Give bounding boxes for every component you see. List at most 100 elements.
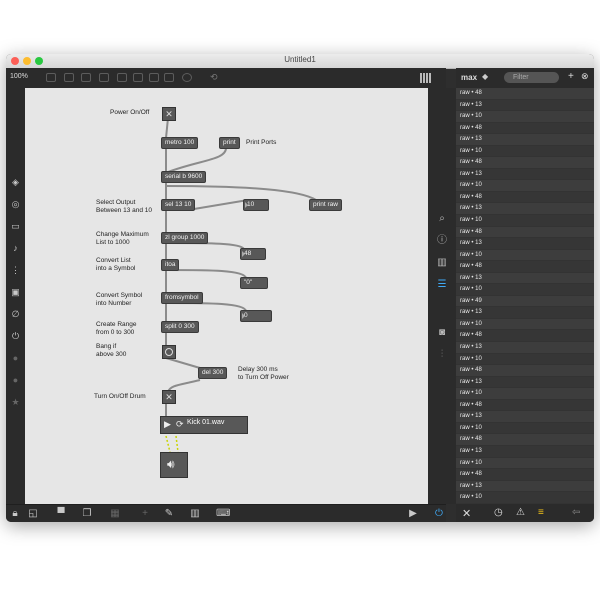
search-icon[interactable]: ⌕: [437, 214, 447, 224]
presentation-mode-icon[interactable]: ◱: [28, 509, 38, 519]
console-row[interactable]: raw • 13: [456, 480, 594, 493]
keyboard-icon[interactable]: ⌨: [216, 509, 230, 519]
console-row[interactable]: raw • 49: [456, 295, 594, 308]
presentation-icon[interactable]: [64, 73, 74, 82]
play-icon[interactable]: ▶: [408, 509, 418, 519]
console-row[interactable]: raw • 10: [456, 492, 594, 504]
dial-icon[interactable]: [182, 73, 192, 82]
console-list-icon[interactable]: ☰: [437, 280, 447, 290]
console-row[interactable]: raw • 48: [456, 157, 594, 169]
comment-bubble-icon[interactable]: ▀: [56, 509, 66, 519]
console-row[interactable]: raw • 10: [456, 145, 594, 158]
console-row[interactable]: raw • 10: [456, 180, 594, 192]
console-row[interactable]: raw • 48: [456, 261, 594, 273]
filter-input[interactable]: Filter: [504, 72, 559, 83]
del-object[interactable]: del 300: [198, 367, 228, 379]
console-row[interactable]: raw • 10: [456, 318, 594, 331]
console-row[interactable]: raw • 48: [456, 365, 594, 377]
sel-object[interactable]: sel 13 10: [161, 199, 196, 211]
number-box-10[interactable]: 10: [243, 199, 269, 211]
console-row[interactable]: raw • 48: [456, 434, 594, 446]
target-icon[interactable]: ◎: [11, 200, 20, 209]
music-note-icon[interactable]: ♪: [11, 244, 20, 253]
drum-toggle[interactable]: ✕: [162, 390, 176, 404]
plus-icon[interactable]: +: [140, 509, 150, 519]
console-row[interactable]: raw • 10: [456, 353, 594, 366]
clock-icon[interactable]: ◷: [494, 507, 503, 518]
plug-icon[interactable]: ⏻: [11, 332, 20, 341]
refresh-icon[interactable]: ⟲: [210, 73, 220, 82]
console-row[interactable]: raw • 13: [456, 168, 594, 181]
gear-icon[interactable]: ◆: [482, 72, 488, 81]
camera-icon[interactable]: ◙: [437, 328, 447, 338]
star-icon[interactable]: ★: [11, 398, 20, 407]
console-row[interactable]: raw • 13: [456, 411, 594, 423]
power-toggle[interactable]: ✕: [162, 107, 176, 121]
windows-icon[interactable]: ❐: [82, 509, 92, 519]
rectangle-icon[interactable]: ▭: [11, 222, 20, 231]
console-row[interactable]: raw • 48: [456, 469, 594, 481]
console-row[interactable]: raw • 13: [456, 445, 594, 458]
console-row[interactable]: raw • 10: [456, 111, 594, 123]
zoom-level[interactable]: 100%: [10, 73, 28, 80]
itoa-object[interactable]: itoa: [161, 259, 180, 271]
cube-icon[interactable]: ◈: [11, 178, 20, 187]
image-icon[interactable]: ▣: [11, 288, 20, 297]
console-row[interactable]: raw • 10: [456, 388, 594, 400]
console-row[interactable]: raw • 13: [456, 376, 594, 389]
play-icon[interactable]: ▶: [164, 419, 171, 430]
book-icon[interactable]: ▥: [437, 258, 447, 268]
fromsymbol-object[interactable]: fromsymbol: [161, 292, 203, 304]
add-icon[interactable]: +: [568, 71, 574, 82]
console-row[interactable]: raw • 10: [456, 422, 594, 435]
grid-icon[interactable]: [420, 73, 431, 83]
lock-edit-icon[interactable]: [46, 73, 56, 82]
console-row[interactable]: raw • 13: [456, 238, 594, 250]
button-icon[interactable]: [117, 73, 127, 82]
console-row[interactable]: raw • 48: [456, 226, 594, 239]
metro-object[interactable]: metro 100: [161, 137, 199, 149]
loop-icon[interactable]: ⟳: [176, 419, 184, 430]
console-row[interactable]: raw • 48: [456, 191, 594, 204]
console-row[interactable]: raw • 13: [456, 134, 594, 146]
paperclip-icon[interactable]: ∅: [11, 310, 20, 319]
console-row[interactable]: raw • 13: [456, 203, 594, 216]
console-row[interactable]: raw • 48: [456, 399, 594, 412]
console-row[interactable]: raw • 10: [456, 249, 594, 262]
clear-icon[interactable]: ⊗: [581, 71, 589, 82]
object-icon[interactable]: [99, 73, 109, 82]
console-row[interactable]: raw • 13: [456, 342, 594, 354]
audio-power-icon[interactable]: ⏻: [434, 509, 444, 519]
clock-icon[interactable]: ●: [11, 376, 20, 385]
toggle-icon[interactable]: [133, 73, 143, 82]
sfplay-filename[interactable]: Kick 01.wav: [187, 419, 224, 426]
lock-icon[interactable]: 🔒︎: [10, 509, 20, 519]
priority-icon[interactable]: ≡: [538, 507, 544, 518]
zl-group-object[interactable]: zl group 1000: [161, 232, 209, 244]
info-icon[interactable]: ⓘ: [437, 236, 447, 246]
list-icon[interactable]: ⋮: [11, 266, 20, 275]
ezdac-object[interactable]: 🔊︎: [160, 452, 188, 478]
console-row[interactable]: raw • 13: [456, 99, 594, 112]
comment-icon[interactable]: [81, 73, 91, 82]
bang-button[interactable]: [162, 345, 176, 359]
serial-object[interactable]: serial b 9600: [161, 171, 207, 183]
split-object[interactable]: split 0 300: [161, 321, 199, 333]
mixer-icon[interactable]: ⫶: [437, 350, 447, 360]
back-arrow-icon[interactable]: ⇦: [572, 507, 580, 518]
console-row[interactable]: raw • 13: [456, 307, 594, 319]
grid-list-icon[interactable]: ▦: [110, 509, 120, 519]
warning-icon[interactable]: ⚠: [516, 507, 525, 518]
console-row[interactable]: raw • 13: [456, 272, 594, 285]
close-icon[interactable]: ✕: [462, 507, 471, 520]
console-row[interactable]: raw • 48: [456, 330, 594, 343]
number-box-48[interactable]: 48: [240, 248, 266, 260]
console-row[interactable]: raw • 10: [456, 284, 594, 296]
message-box[interactable]: "0": [240, 277, 268, 289]
console-row[interactable]: raw • 48: [456, 122, 594, 135]
check-icon[interactable]: ●: [11, 354, 20, 363]
patcher-canvas[interactable]: [25, 88, 436, 504]
console-row[interactable]: raw • 10: [456, 215, 594, 227]
console-row[interactable]: raw • 10: [456, 457, 594, 470]
print-object[interactable]: print: [219, 137, 240, 149]
